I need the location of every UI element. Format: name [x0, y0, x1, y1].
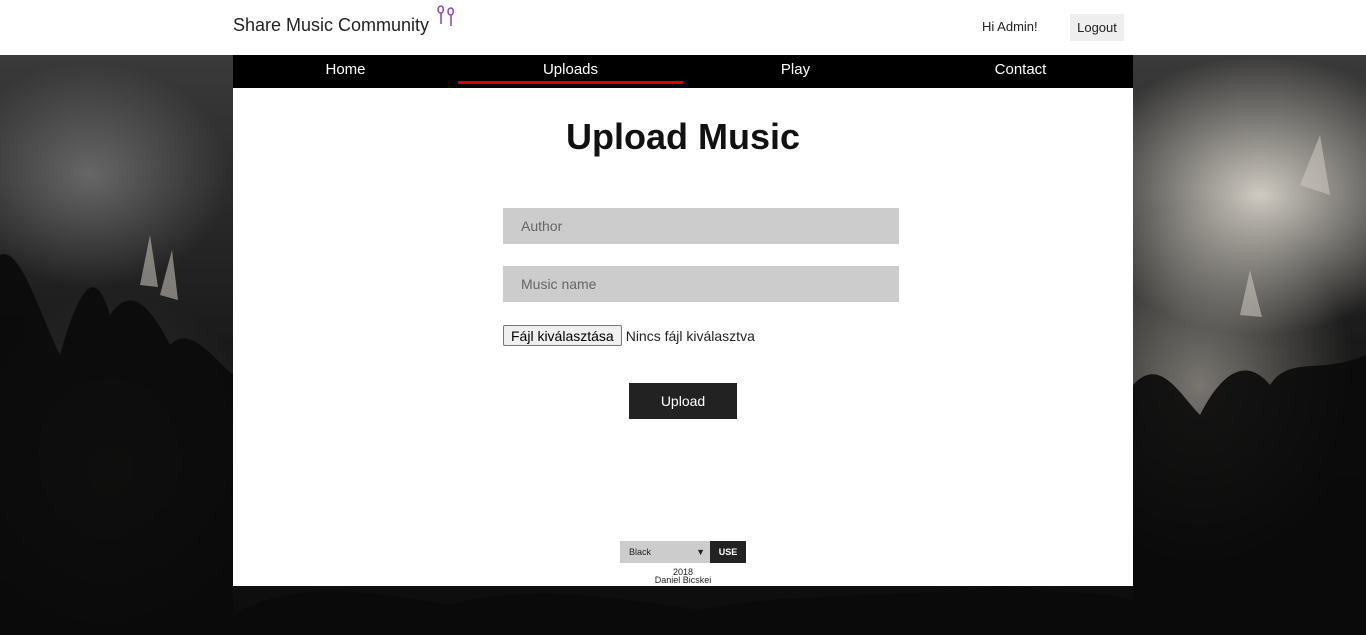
top-bar: Share Music Community Hi Admin! Logout: [0, 0, 1366, 55]
upload-button[interactable]: Upload: [629, 383, 737, 419]
file-picker: Fájl kiválasztása Nincs fájl kiválasztva: [503, 325, 755, 346]
dropdown-arrow-icon: ▼: [696, 547, 705, 557]
choose-file-button[interactable]: Fájl kiválasztása: [503, 325, 622, 346]
file-status-text: Nincs fájl kiválasztva: [625, 327, 755, 344]
earphones-icon: [435, 4, 459, 35]
nav-uploads[interactable]: Uploads: [458, 55, 683, 88]
logout-button[interactable]: Logout: [1070, 14, 1124, 41]
main-nav: Home Uploads Play Contact: [233, 55, 1133, 88]
nav-home[interactable]: Home: [233, 55, 458, 88]
nav-contact[interactable]: Contact: [908, 55, 1133, 88]
author-input[interactable]: [503, 208, 899, 244]
footer-author: Daniel Bicskei: [654, 575, 712, 585]
theme-switcher: Black ▼ USE: [620, 541, 746, 563]
theme-selected-value: Black: [629, 547, 652, 557]
upload-panel: Upload Music Fájl kiválasztása Nincs fáj…: [233, 88, 1133, 586]
brand-title: Share Music Community: [233, 15, 430, 35]
page-title: Upload Music: [565, 116, 801, 157]
use-theme-button[interactable]: USE: [710, 541, 746, 563]
brand[interactable]: Share Music Community: [233, 5, 459, 36]
nav-play[interactable]: Play: [683, 55, 908, 88]
theme-select[interactable]: Black ▼: [620, 541, 710, 563]
greeting-text: Hi Admin!: [982, 19, 1038, 34]
music-name-input[interactable]: [503, 266, 899, 302]
